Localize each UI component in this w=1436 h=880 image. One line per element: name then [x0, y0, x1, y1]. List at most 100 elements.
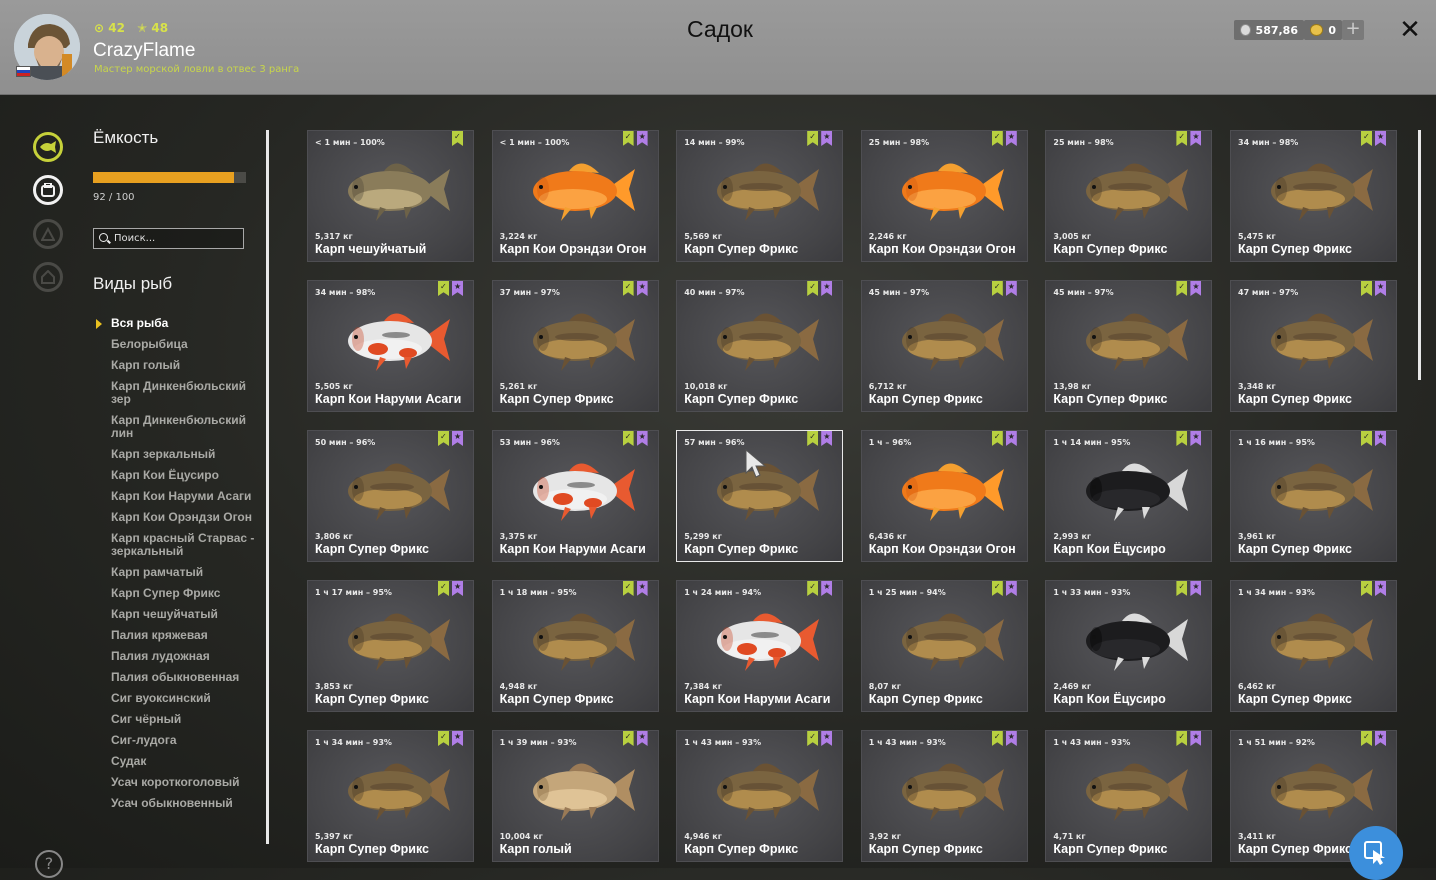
fish-card[interactable]: 14 мин – 99% ✓ ★ 5,569 кг Карп Супер Фри…: [676, 130, 844, 262]
fish-type-item[interactable]: Белорыбица: [111, 338, 261, 351]
fish-type-item[interactable]: Палия лудожная: [111, 650, 261, 663]
green-badge-icon: ✓: [807, 431, 819, 446]
fish-card[interactable]: 1 ч 34 мин – 93% ✓ ★ 5,397 кг Карп Супер…: [307, 730, 474, 862]
green-badge-icon: ✓: [622, 581, 634, 596]
purple-badge-icon: ★: [1005, 131, 1017, 146]
fish-image-icon: [901, 313, 1004, 371]
fish-card[interactable]: 1 ч 33 мин – 93% ✓ ★ 2,469 кг Карп Кои Ё…: [1045, 580, 1213, 712]
fish-image-icon: [901, 763, 1004, 821]
fish-name: Карп Супер Фрикс: [868, 842, 983, 856]
purple-badge-icon: ★: [1190, 581, 1202, 596]
fish-card[interactable]: 40 мин – 97% ✓ ★ 10,018 кг Карп Супер Фр…: [676, 280, 844, 412]
fish-name: Карп Супер Фрикс: [684, 242, 799, 256]
inventory-tab-icon[interactable]: [33, 175, 63, 205]
fish-card[interactable]: 25 мин – 98% ✓ ★ 3,005 кг Карп Супер Фри…: [1045, 130, 1213, 262]
fish-name: Карп Кои Орэндзи Огон: [499, 242, 647, 256]
fish-card[interactable]: 34 мин – 98% ✓ ★ 5,475 кг Карп Супер Фри…: [1230, 130, 1397, 262]
catch-time: 1 ч 34 мин – 93%: [1238, 588, 1315, 597]
purple-badge-icon: ★: [452, 581, 463, 596]
catch-time: 25 мин – 98%: [1053, 138, 1114, 147]
fish-type-item[interactable]: Усач обыкновенный: [111, 797, 261, 810]
fish-card[interactable]: 45 мин – 97% ✓ ★ 6,712 кг Карп Супер Фри…: [860, 280, 1028, 412]
fish-type-item[interactable]: Карп Супер Фрикс: [111, 587, 261, 600]
close-button[interactable]: ✕: [1396, 16, 1424, 44]
fish-name: Карп Супер Фрикс: [1238, 242, 1353, 256]
fish-name: Карп голый: [499, 842, 572, 856]
fish-card[interactable]: 37 мин – 97% ✓ ★ 5,261 кг Карп Супер Фри…: [491, 280, 659, 412]
fish-card[interactable]: 1 ч 18 мин – 95% ✓ ★ 4,948 кг Карп Супер…: [491, 580, 659, 712]
fish-card[interactable]: 47 мин – 97% ✓ ★ 3,348 кг Карп Супер Фри…: [1230, 280, 1397, 412]
fish-keepnet-tab-icon[interactable]: [33, 132, 63, 162]
fish-name: Карп Супер Фрикс: [499, 692, 614, 706]
fish-type-item[interactable]: Карп зеркальный: [111, 448, 261, 461]
camp-tab-icon[interactable]: [33, 219, 63, 249]
fish-card[interactable]: 50 мин – 96% ✓ ★ 3,806 кг Карп Супер Фри…: [307, 430, 474, 562]
fish-type-item[interactable]: Карп Динкенбюльский зер: [111, 380, 261, 406]
fish-name: Карп Кои Наруми Асаги: [684, 692, 831, 706]
green-badge-icon: ✓: [622, 431, 634, 446]
fish-card[interactable]: 45 мин – 97% ✓ ★ 13,98 кг Карп Супер Фри…: [1045, 280, 1213, 412]
fish-image-icon: [1086, 463, 1189, 521]
filter-scrollbar[interactable]: [266, 130, 269, 844]
fish-card[interactable]: 1 ч 17 мин – 95% ✓ ★ 3,853 кг Карп Супер…: [307, 580, 474, 712]
add-currency-button[interactable]: +: [1342, 20, 1364, 40]
fish-type-item[interactable]: Карп чешуйчатый: [111, 608, 261, 621]
fish-card[interactable]: 1 ч 25 мин – 94% ✓ ★ 8,07 кг Карп Супер …: [860, 580, 1028, 712]
fish-weight: 4,71 кг: [1053, 832, 1086, 841]
fish-type-item[interactable]: Карп Кои Орэндзи Огон: [111, 511, 261, 524]
fish-card[interactable]: 1 ч 43 мин – 93% ✓ ★ 4,946 кг Карп Супер…: [676, 730, 844, 862]
fish-weight: 6,462 кг: [1238, 682, 1276, 691]
release-fish-button[interactable]: [1349, 826, 1403, 880]
catch-time: < 1 мин – 100%: [499, 138, 570, 147]
fish-type-item[interactable]: Карп Кои Наруми Асаги: [111, 490, 261, 503]
fish-card[interactable]: < 1 мин – 100% ✓ ★ 3,224 кг Карп Кои Орэ…: [491, 130, 659, 262]
fish-card[interactable]: 1 ч 24 мин – 94% ✓ ★ 7,384 кг Карп Кои Н…: [676, 580, 844, 712]
fish-card[interactable]: 1 ч – 96% ✓ ★ 6,436 кг Карп Кои Орэндзи …: [860, 430, 1028, 562]
capacity-progress-bar: [93, 172, 246, 183]
fish-type-item[interactable]: Усач короткоголовый: [111, 776, 261, 789]
fish-types-title: Виды рыб: [93, 274, 173, 293]
fish-type-item[interactable]: Судак: [111, 755, 261, 768]
fish-card[interactable]: 1 ч 43 мин – 93% ✓ ★ 4,71 кг Карп Супер …: [1045, 730, 1213, 862]
fish-type-item[interactable]: Карп голый: [111, 359, 261, 372]
search-box[interactable]: [93, 228, 244, 249]
fish-weight: 6,436 кг: [868, 532, 907, 541]
search-input[interactable]: [114, 231, 238, 246]
fish-card[interactable]: 1 ч 34 мин – 93% ✓ ★ 6,462 кг Карп Супер…: [1230, 580, 1397, 712]
fish-card[interactable]: 1 ч 16 мин – 95% ✓ ★ 3,961 кг Карп Супер…: [1230, 430, 1397, 562]
fish-type-item[interactable]: Карп рамчатый: [111, 566, 261, 579]
catch-time: 34 мин – 98%: [315, 288, 376, 297]
fish-card[interactable]: 34 мин – 98% ✓ ★ 5,505 кг Карп Кои Нарум…: [307, 280, 474, 412]
home-tab-icon[interactable]: [33, 262, 63, 292]
fish-name: Карп Кои Наруми Асаги: [315, 392, 462, 406]
player-rank: Мастер морской ловли в отвес 3 ранга: [94, 64, 300, 75]
fish-card[interactable]: < 1 мин – 100% ✓ 5,317 кг Карп чешуйчаты…: [307, 130, 474, 262]
fish-type-item[interactable]: Палия обыкновенная: [111, 671, 261, 684]
help-icon[interactable]: ?: [35, 850, 63, 878]
purple-badge-icon: ★: [1190, 281, 1202, 296]
fish-type-item[interactable]: Карп Кои Ёцусиро: [111, 469, 261, 482]
fish-type-item[interactable]: Сиг чёрный: [111, 713, 261, 726]
fish-type-item[interactable]: Вся рыба: [96, 317, 261, 330]
silver-coin-icon: [1240, 24, 1251, 36]
grid-scrollbar[interactable]: [1418, 130, 1421, 380]
fish-type-item[interactable]: Палия кряжевая: [111, 629, 261, 642]
purple-badge-icon: ★: [452, 281, 463, 296]
fish-type-item[interactable]: Сиг вуоксинский: [111, 692, 261, 705]
catch-time: < 1 мин – 100%: [315, 138, 385, 147]
fish-card[interactable]: 1 ч 39 мин – 93% ✓ ★ 10,004 кг Карп голы…: [491, 730, 659, 862]
fish-card[interactable]: 53 мин – 96% ✓ ★ 3,375 кг Карп Кои Нарум…: [491, 430, 659, 562]
top-bar: ⊙ 42 ✭ 48 CrazyFlame Мастер морской ловл…: [0, 0, 1436, 95]
fish-card[interactable]: 1 ч 14 мин – 95% ✓ ★ 2,993 кг Карп Кои Ё…: [1045, 430, 1213, 562]
fish-name: Карп Супер Фрикс: [1238, 542, 1353, 556]
green-badge-icon: ✓: [438, 281, 449, 296]
catch-time: 1 ч 25 мин – 94%: [868, 588, 946, 597]
fish-card[interactable]: 1 ч 43 мин – 93% ✓ ★ 3,92 кг Карп Супер …: [860, 730, 1028, 862]
purple-badge-icon: ★: [1005, 581, 1017, 596]
purple-badge-icon: ★: [452, 731, 463, 746]
fish-type-item[interactable]: Сиг-лудога: [111, 734, 261, 747]
fish-type-item[interactable]: Карп Динкенбюльский лин: [111, 414, 261, 440]
fish-card[interactable]: 25 мин – 98% ✓ ★ 2,246 кг Карп Кои Орэнд…: [860, 130, 1028, 262]
fish-type-item[interactable]: Карп красный Старвас - зеркальный: [111, 532, 261, 558]
fish-weight: 4,948 кг: [499, 682, 538, 691]
